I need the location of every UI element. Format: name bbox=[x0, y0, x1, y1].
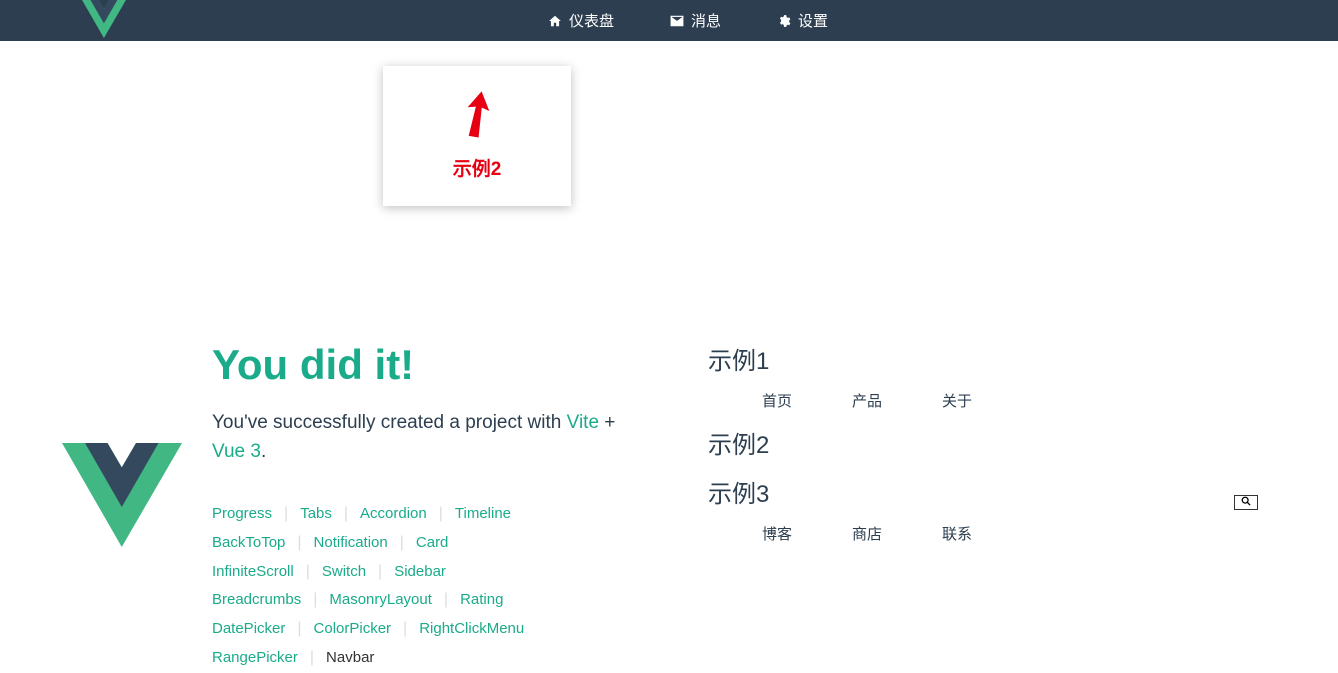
top-navbar: 仪表盘 消息 设置 bbox=[0, 0, 1338, 41]
separator: | bbox=[306, 563, 310, 580]
nav-label: 设置 bbox=[798, 10, 828, 31]
separator: | bbox=[313, 591, 317, 608]
separator: | bbox=[297, 534, 301, 551]
component-link-infinitescroll[interactable]: InfiniteScroll bbox=[212, 563, 294, 580]
nav-item-shop[interactable]: 商店 bbox=[852, 523, 882, 544]
component-link-timeline[interactable]: Timeline bbox=[455, 505, 511, 522]
nav-settings[interactable]: 设置 bbox=[777, 10, 828, 31]
nav-messages[interactable]: 消息 bbox=[670, 10, 721, 31]
component-link-datepicker[interactable]: DatePicker bbox=[212, 620, 285, 637]
welcome-heading: You did it! bbox=[212, 341, 642, 389]
example-2: 示例2 bbox=[708, 425, 1308, 460]
separator: | bbox=[310, 649, 314, 666]
welcome-subtext: You've successfully created a project wi… bbox=[212, 409, 642, 466]
nav-item-home[interactable]: 首页 bbox=[762, 390, 792, 411]
vue-link[interactable]: Vue 3 bbox=[212, 441, 261, 462]
nav-label: 消息 bbox=[691, 10, 721, 31]
separator: | bbox=[378, 563, 382, 580]
separator: | bbox=[284, 505, 288, 522]
separator: | bbox=[344, 505, 348, 522]
example-title: 示例2 bbox=[708, 425, 1308, 460]
home-icon bbox=[548, 14, 562, 28]
nav-item-contact[interactable]: 联系 bbox=[942, 523, 972, 544]
vue-logo-large bbox=[62, 341, 182, 552]
search-toggle[interactable] bbox=[1234, 495, 1258, 510]
tooltip-example2: 示例2 bbox=[383, 66, 571, 206]
tooltip-label: 示例2 bbox=[453, 154, 502, 181]
component-link-accordion[interactable]: Accordion bbox=[360, 505, 427, 522]
component-link-progress[interactable]: Progress bbox=[212, 505, 272, 522]
example-1: 示例1 首页 产品 关于 bbox=[708, 341, 1308, 411]
separator: | bbox=[400, 534, 404, 551]
nav-item-about[interactable]: 关于 bbox=[942, 390, 972, 411]
component-link-switch[interactable]: Switch bbox=[322, 563, 366, 580]
vue-logo-small bbox=[82, 0, 126, 43]
nav-label: 仪表盘 bbox=[569, 10, 614, 31]
component-link-notification[interactable]: Notification bbox=[314, 534, 388, 551]
component-link-masonrylayout[interactable]: MasonryLayout bbox=[329, 591, 432, 608]
vite-link[interactable]: Vite bbox=[567, 412, 599, 433]
component-link-sidebar[interactable]: Sidebar bbox=[394, 563, 446, 580]
component-link-colorpicker[interactable]: ColorPicker bbox=[314, 620, 392, 637]
separator: | bbox=[403, 620, 407, 637]
nav-item-blog[interactable]: 博客 bbox=[762, 523, 792, 544]
example-title: 示例3 bbox=[708, 474, 1308, 509]
example-3: 示例3 博客 商店 联系 bbox=[708, 474, 1308, 544]
separator: | bbox=[297, 620, 301, 637]
nav-item-products[interactable]: 产品 bbox=[852, 390, 882, 411]
example3-nav: 博客 商店 联系 bbox=[762, 523, 1308, 544]
nav-dashboard[interactable]: 仪表盘 bbox=[548, 10, 614, 31]
component-link-navbar[interactable]: Navbar bbox=[326, 649, 374, 666]
component-link-backtotop[interactable]: BackToTop bbox=[212, 534, 285, 551]
component-link-rangepicker[interactable]: RangePicker bbox=[212, 649, 298, 666]
example-title: 示例1 bbox=[708, 341, 1308, 376]
separator: | bbox=[444, 591, 448, 608]
component-link-rightclickmenu[interactable]: RightClickMenu bbox=[419, 620, 524, 637]
component-link-breadcrumbs[interactable]: Breadcrumbs bbox=[212, 591, 301, 608]
mail-icon bbox=[670, 14, 684, 28]
component-link-tabs[interactable]: Tabs bbox=[300, 505, 332, 522]
separator: | bbox=[439, 505, 443, 522]
component-link-list: Progress | Tabs | Accordion | Timeline BackToTo… bbox=[212, 500, 642, 673]
arrow-up-icon bbox=[460, 89, 495, 146]
component-link-card[interactable]: Card bbox=[416, 534, 449, 551]
gear-icon bbox=[777, 14, 791, 28]
example1-nav: 首页 产品 关于 bbox=[762, 390, 1308, 411]
search-icon bbox=[1241, 496, 1251, 509]
component-link-rating[interactable]: Rating bbox=[460, 591, 503, 608]
